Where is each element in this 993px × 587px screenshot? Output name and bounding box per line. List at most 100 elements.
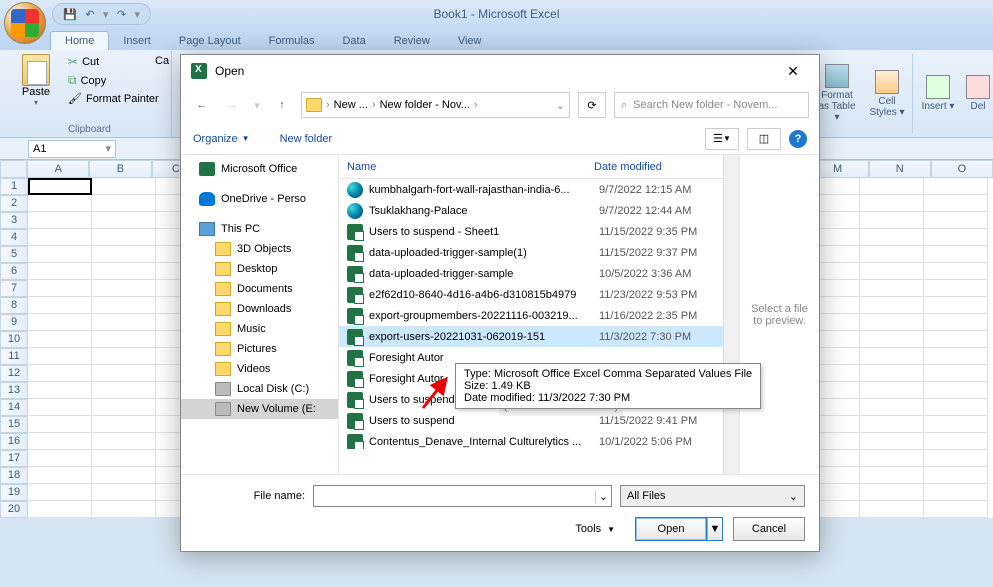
file-row[interactable]: export-users-20221031-062019-15111/3/202… — [339, 326, 723, 347]
file-list[interactable]: Name Date modified kumbhalgarh-fort-wall… — [339, 155, 723, 474]
cell[interactable] — [924, 297, 988, 314]
filename-dropdown[interactable]: ⌄ — [595, 490, 611, 503]
delete-cells-button[interactable]: Del — [963, 50, 993, 137]
cell[interactable] — [92, 467, 156, 484]
search-input[interactable]: ⌕ Search New folder - Novem... — [614, 92, 809, 118]
redo-icon[interactable]: ↷ — [115, 7, 129, 21]
row-header[interactable]: 6 — [0, 263, 28, 280]
nav-tree[interactable]: Microsoft OfficeOneDrive - PersoThis PC3… — [181, 155, 339, 474]
cell[interactable] — [28, 229, 92, 246]
cell[interactable] — [28, 195, 92, 212]
header-name[interactable]: Name — [339, 161, 594, 173]
close-button[interactable]: ✕ — [777, 57, 809, 85]
cell[interactable] — [860, 297, 924, 314]
cell[interactable] — [92, 450, 156, 467]
refresh-button[interactable]: ⟳ — [578, 92, 606, 118]
cell[interactable] — [860, 467, 924, 484]
new-folder-button[interactable]: New folder — [280, 133, 333, 145]
cell[interactable] — [924, 212, 988, 229]
cell[interactable] — [92, 399, 156, 416]
tab-view[interactable]: View — [444, 32, 496, 50]
cell[interactable] — [92, 195, 156, 212]
cut-button[interactable]: Cut — [64, 54, 163, 70]
cell[interactable] — [860, 382, 924, 399]
cell[interactable] — [28, 331, 92, 348]
cell[interactable] — [924, 280, 988, 297]
cell[interactable] — [860, 416, 924, 433]
tree-item[interactable]: Local Disk (C:) — [181, 379, 338, 399]
cell[interactable] — [924, 399, 988, 416]
tree-item[interactable]: Pictures — [181, 339, 338, 359]
cell[interactable] — [924, 382, 988, 399]
cell[interactable] — [924, 484, 988, 501]
cell[interactable] — [28, 467, 92, 484]
cell[interactable] — [860, 280, 924, 297]
cell[interactable] — [924, 229, 988, 246]
format-painter-button[interactable]: Format Painter — [64, 91, 163, 106]
file-row[interactable]: kumbhalgarh-fort-wall-rajasthan-india-6.… — [339, 179, 723, 200]
cell[interactable] — [860, 195, 924, 212]
cell[interactable] — [860, 229, 924, 246]
cell[interactable] — [924, 178, 988, 195]
open-button[interactable]: Open — [635, 517, 707, 541]
tree-item[interactable]: Music — [181, 319, 338, 339]
cell[interactable] — [28, 178, 92, 195]
cell[interactable] — [924, 450, 988, 467]
cell[interactable] — [92, 433, 156, 450]
cell[interactable] — [860, 212, 924, 229]
tree-item[interactable]: 3D Objects — [181, 239, 338, 259]
cell[interactable] — [28, 501, 92, 518]
cell[interactable] — [28, 246, 92, 263]
cell[interactable] — [92, 348, 156, 365]
cell[interactable] — [860, 501, 924, 518]
cell[interactable] — [28, 433, 92, 450]
cell-styles-button[interactable]: Cell Styles ▾ — [862, 50, 912, 137]
up-button[interactable]: ↑ — [271, 94, 293, 116]
cell[interactable] — [92, 331, 156, 348]
cell[interactable] — [924, 246, 988, 263]
row-header[interactable]: 9 — [0, 314, 28, 331]
cell[interactable] — [924, 348, 988, 365]
recent-dropdown[interactable]: ▾ — [251, 94, 263, 116]
tab-home[interactable]: Home — [50, 31, 109, 50]
select-all-corner[interactable] — [0, 160, 27, 178]
col-header[interactable]: A — [27, 160, 89, 178]
row-header[interactable]: 10 — [0, 331, 28, 348]
file-row[interactable]: e2f62d10-8640-4d16-a4b6-d310815b497911/2… — [339, 284, 723, 305]
view-options-button[interactable]: ☰ ▼ — [705, 128, 739, 150]
cell[interactable] — [28, 212, 92, 229]
breadcrumb[interactable]: › New ... › New folder - Nov... › ⌄ — [301, 92, 570, 118]
cell[interactable] — [92, 212, 156, 229]
cell[interactable] — [92, 246, 156, 263]
tab-review[interactable]: Review — [380, 32, 444, 50]
cell[interactable] — [92, 501, 156, 518]
header-date[interactable]: Date modified — [594, 161, 723, 173]
cell[interactable] — [924, 263, 988, 280]
row-header[interactable]: 2 — [0, 195, 28, 212]
office-button[interactable] — [4, 2, 46, 44]
tree-item[interactable]: OneDrive - Perso — [181, 189, 338, 209]
cell[interactable] — [924, 416, 988, 433]
tab-insert[interactable]: Insert — [109, 32, 165, 50]
organize-button[interactable]: Organize ▼ — [193, 133, 250, 145]
cell[interactable] — [860, 263, 924, 280]
row-header[interactable]: 8 — [0, 297, 28, 314]
cell[interactable] — [860, 178, 924, 195]
cell[interactable] — [860, 314, 924, 331]
row-header[interactable]: 7 — [0, 280, 28, 297]
cell[interactable] — [92, 178, 156, 195]
col-header[interactable]: O — [931, 160, 993, 178]
vertical-scrollbar[interactable] — [723, 155, 739, 474]
name-box[interactable]: A1▾ — [28, 140, 116, 158]
cell[interactable] — [28, 263, 92, 280]
cell[interactable] — [924, 331, 988, 348]
insert-cells-button[interactable]: Insert ▾ — [913, 50, 963, 137]
cell[interactable] — [28, 297, 92, 314]
cell[interactable] — [92, 263, 156, 280]
row-header[interactable]: 17 — [0, 450, 28, 467]
tab-page-layout[interactable]: Page Layout — [165, 32, 255, 50]
tree-item[interactable]: This PC — [181, 219, 338, 239]
help-button[interactable]: ? — [789, 130, 807, 148]
cell[interactable] — [924, 365, 988, 382]
row-header[interactable]: 12 — [0, 365, 28, 382]
